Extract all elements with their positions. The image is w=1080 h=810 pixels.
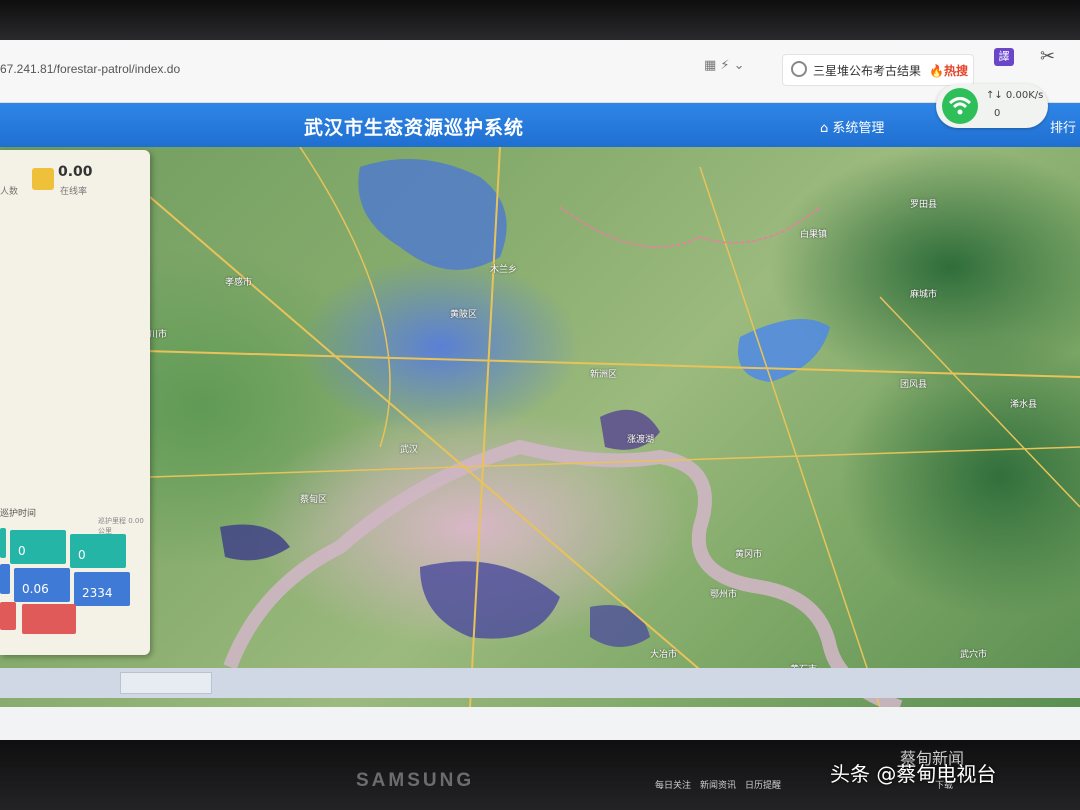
monitor-screen: 67.241.81/forestar-patrol/index.do ▦ ⚡ ⌄…	[0, 0, 1080, 770]
stat-tile[interactable]: 0	[70, 534, 126, 568]
stat-tile[interactable]: 0	[10, 530, 66, 564]
map-label: 鄂州市	[710, 590, 738, 600]
tray-item[interactable]: 新闻资讯	[700, 778, 736, 791]
map-label: 蔡甸区	[300, 495, 328, 505]
address-bar-icons[interactable]: ▦ ⚡ ⌄	[704, 58, 745, 73]
taskbar-browser-tab[interactable]	[120, 672, 212, 694]
os-taskbar	[0, 668, 1080, 698]
monitor-top-bezel	[0, 0, 1080, 40]
search-icon	[791, 61, 807, 77]
stat-tile[interactable]	[0, 564, 10, 594]
map-overlay	[0, 147, 1080, 707]
map-label: 浠水县	[1010, 400, 1038, 410]
tray-item[interactable]: 日历提醒	[745, 778, 781, 791]
network-speed-text: ↑↓ 0.00K/s	[986, 90, 1044, 101]
map-label: 黄冈市	[735, 550, 763, 560]
toutiao-watermark: 头条 @蔡甸电视台	[830, 762, 997, 786]
online-rate-value: 0.00	[58, 164, 93, 180]
online-status-icon	[32, 168, 54, 190]
map-label: 孝感市	[225, 278, 253, 288]
stat-tile[interactable]	[22, 604, 76, 634]
satellite-map[interactable]: 孝感市 黄陂区 新洲区 武汉 鄂州市 黄冈市 黄石市 汉川市 白果镇 麻城市 涨…	[0, 147, 1080, 707]
map-label: 团风县	[900, 380, 928, 390]
stat-tile[interactable]	[0, 602, 16, 630]
search-query-text: 三星堆公布考古结果	[813, 64, 922, 78]
map-label: 涨渡湖	[627, 435, 655, 445]
inbound-label: 人数	[0, 187, 19, 197]
map-label: 武穴市	[960, 650, 988, 660]
translate-extension-icon[interactable]: 譯	[994, 48, 1014, 66]
stat-tile[interactable]	[0, 528, 6, 558]
stat-tile[interactable]: 0.06	[14, 568, 70, 602]
patrol-section-label: 巡护时间	[0, 509, 37, 519]
network-count-text: 0	[994, 108, 1001, 119]
scissors-icon[interactable]: ✂	[1040, 46, 1055, 67]
map-label: 大冶市	[650, 650, 678, 660]
app-title: 武汉市生态资源巡护系统	[304, 117, 525, 139]
map-label: 罗田县	[910, 200, 938, 210]
map-label: 白果镇	[800, 230, 828, 240]
browser-search-box[interactable]: 三星堆公布考古结果 🔥热搜	[782, 54, 974, 86]
nav-system-management[interactable]: ⌂ 系统管理	[820, 117, 884, 136]
browser-address-bar: 67.241.81/forestar-patrol/index.do ▦ ⚡ ⌄…	[0, 40, 1080, 103]
network-speed-widget[interactable]: ↑↓ 0.00K/s 0	[936, 84, 1048, 128]
map-label: 黄陂区	[450, 310, 478, 320]
map-label: 木兰乡	[490, 265, 518, 275]
url-text[interactable]: 67.241.81/forestar-patrol/index.do	[0, 62, 180, 76]
wifi-icon	[942, 88, 978, 124]
stat-tile[interactable]: 2334	[74, 572, 130, 606]
map-label: 武汉	[400, 445, 419, 455]
map-label: 麻城市	[910, 290, 938, 300]
hot-search-label: 🔥热搜	[929, 64, 968, 78]
tray-item[interactable]: 每日关注	[655, 778, 691, 791]
stats-panel: 人数 0.00 在线率 巡护时间 巡护里程 0.00公里 0 0 0.06 23…	[0, 150, 150, 655]
patrol-section-note: 巡护里程 0.00公里	[98, 517, 144, 535]
nav-system-label: 系统管理	[832, 121, 885, 136]
stat-tile-value: 2334	[82, 586, 113, 600]
stat-tile-value: 0	[78, 548, 86, 562]
online-rate-label: 在线率	[60, 187, 88, 197]
map-label: 新洲区	[590, 370, 618, 380]
stat-tile-value: 0.06	[22, 582, 49, 596]
nav-ranking[interactable]: 排行	[1050, 117, 1076, 136]
stat-tile-value: 0	[18, 544, 26, 558]
monitor-brand-logo: SAMSUNG	[356, 770, 475, 791]
app-header: 武汉市生态资源巡护系统 ⌂ 系统管理 排行	[0, 103, 1080, 147]
